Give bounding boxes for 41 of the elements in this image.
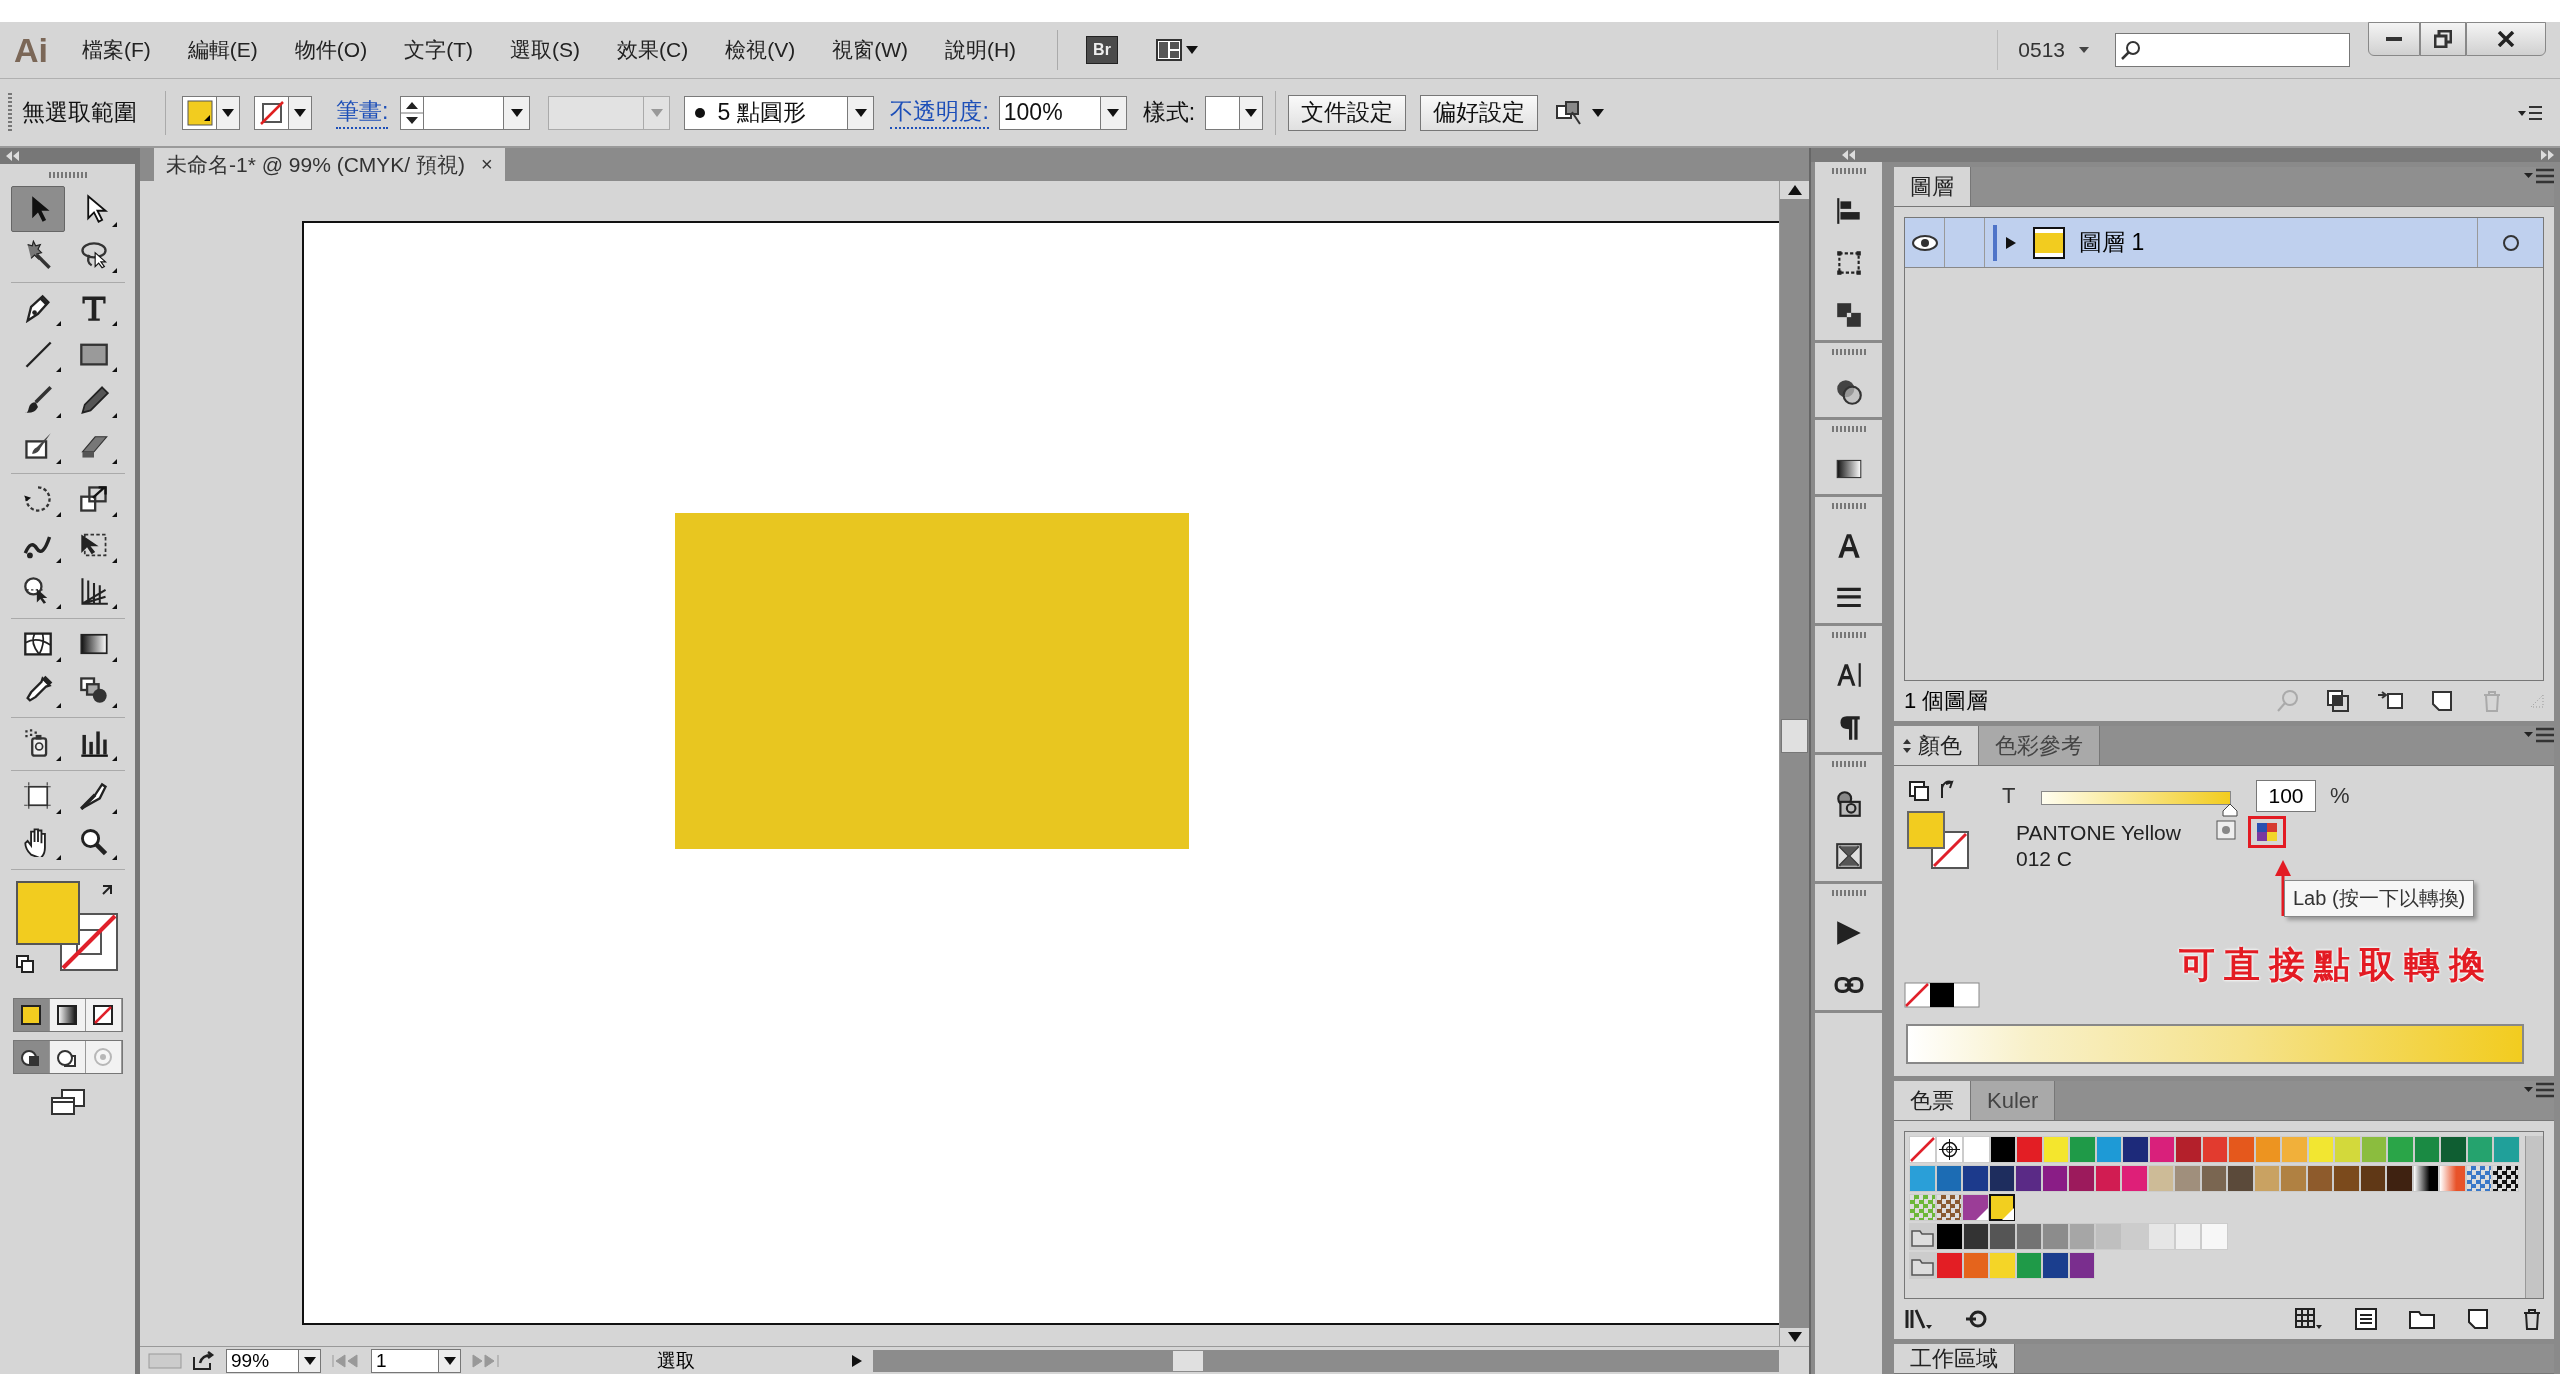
menu-item[interactable]: 選取(S) [510,36,580,64]
opacity-field[interactable]: 100% [998,95,1127,130]
status-text: 選取 [656,1348,696,1373]
layer-count: 1 個圖層 [1904,687,1990,715]
selection-status: 無選取範圍 [22,98,137,127]
document-tab[interactable]: 未命名-1* @ 99% (CMYK/ 預視) × [154,148,505,181]
document-title: 未命名-1* @ 99% (CMYK/ 預視) [166,151,466,178]
close-tab-button[interactable]: × [481,153,493,176]
menu-item[interactable]: 物件(O) [294,36,368,64]
stroke-link[interactable]: 筆畫: [336,96,389,129]
tooltip: Lab (按一下以轉換) [2284,880,2475,917]
app-logo: Ai [14,30,48,70]
menu-item[interactable]: 編輯(E) [187,36,258,64]
layer-row[interactable]: 圖層 1 [1905,218,2543,268]
panel-tab[interactable]: 圖層 [1894,167,1971,206]
zoom-field[interactable]: 99% [226,1348,321,1373]
preferences-button[interactable]: 偏好設定 [1420,94,1539,131]
bridge-button[interactable]: Br [1086,36,1118,64]
panel-tab[interactable]: 色票 [1894,1081,1971,1120]
workspace-switcher[interactable]: 0513 [2018,38,2065,62]
annotation-text: 可直接點取轉換 [2179,943,2494,987]
artboard-field[interactable]: 1 [371,1348,461,1373]
layer-name: 圖層 1 [2079,228,2146,257]
percent-sign: % [2330,783,2350,809]
panel-tab[interactable]: 工作區域 [1894,1344,2015,1373]
brush-dropdown[interactable]: 5 點圓形 [684,95,875,130]
swatch-name: PANTONE Yellow 012 C [2016,820,2182,873]
menu-item[interactable]: 說明(H) [944,36,1017,64]
panel-tab[interactable]: 顏色 [1894,726,1979,765]
opacity-link[interactable]: 不透明度: [890,96,989,129]
menu-item[interactable]: 文字(T) [404,36,473,64]
menu-item[interactable]: 檢視(V) [725,36,796,64]
menu-item[interactable]: 效果(C) [617,36,689,64]
tint-label: T [2002,783,2017,809]
menu-item[interactable]: 檔案(F) [82,36,151,64]
tint-field[interactable]: 100 [2256,780,2316,812]
panel-tab[interactable]: Kuler [1971,1081,2056,1120]
menu-item[interactable]: 視窗(W) [832,36,908,64]
panel-tab[interactable]: 色彩參考 [1979,726,2100,765]
style-label: 樣式: [1142,98,1196,127]
document-setup-button[interactable]: 文件設定 [1288,94,1407,131]
